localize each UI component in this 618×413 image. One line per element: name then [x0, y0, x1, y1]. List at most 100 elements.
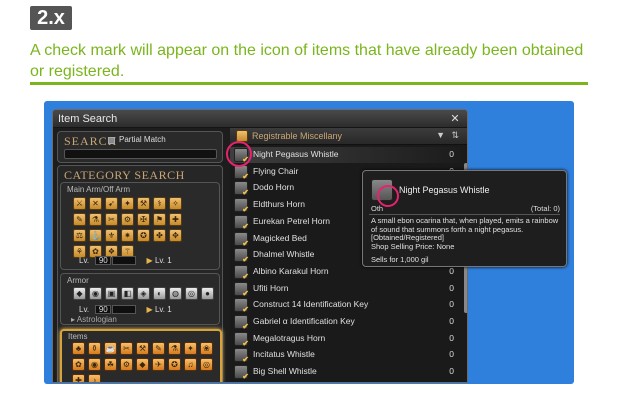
level-label: Lv.	[79, 256, 90, 265]
result-row[interactable]: ✔ Gabriel α Identification Key 0	[230, 314, 460, 331]
item-category-icon[interactable]: ✎	[152, 342, 165, 355]
item-category-icon[interactable]: ⚒	[136, 342, 149, 355]
check-mark-icon: ✔	[242, 238, 249, 248]
armor-category-icon[interactable]: ◍	[169, 287, 182, 300]
item-category-icon[interactable]: ⚗	[168, 342, 181, 355]
weapon-category-icon[interactable]: ⚑	[153, 213, 166, 226]
item-category-icon[interactable]: ✪	[168, 358, 181, 371]
partial-match-checkbox[interactable]	[108, 137, 115, 144]
weapon-category-icon[interactable]: ⚖	[73, 229, 86, 242]
result-row-count: 0	[449, 299, 454, 310]
result-row-count: 0	[449, 265, 454, 276]
armor-category-icon[interactable]: ◉	[89, 287, 102, 300]
filter-icon[interactable]: ▼	[436, 130, 445, 140]
armor-category-icon[interactable]: ◎	[185, 287, 198, 300]
armor-category-icon[interactable]: ◈	[137, 287, 150, 300]
weapon-category-icon[interactable]: ✤	[153, 229, 166, 242]
weapon-category-icon[interactable]: ⚙	[121, 213, 134, 226]
item-icon: ✔	[234, 264, 249, 281]
search-input[interactable]	[64, 149, 217, 159]
level-max-label: Lv. 1	[154, 305, 172, 314]
item-icon: ✔	[234, 248, 249, 264]
level-min-input[interactable]: 90	[95, 305, 112, 314]
sort-icon[interactable]: ⇅	[451, 130, 459, 141]
weapon-category-icon[interactable]: ✥	[169, 229, 182, 242]
item-category-icon[interactable]: ☘	[104, 358, 117, 371]
check-mark-icon: ✔	[242, 322, 249, 331]
armor-category-icon[interactable]: ◆	[73, 287, 86, 300]
weapon-category-icon[interactable]: ⚓	[89, 229, 102, 242]
weapon-category-icon[interactable]: ⚜	[105, 229, 118, 242]
level-slider[interactable]	[112, 256, 137, 265]
result-row-count: 0	[449, 316, 454, 326]
item-category-icon[interactable]: ♪	[88, 374, 101, 382]
highlight-ring-list-icon	[226, 141, 252, 167]
result-row-name: Dhalmel Whistle	[253, 249, 315, 260]
weapon-category-icon[interactable]: ✦	[121, 197, 134, 210]
armor-category-icon[interactable]: ◧	[121, 287, 134, 300]
weapon-category-icon[interactable]: ✧	[169, 197, 182, 210]
item-icon: ✔	[234, 281, 249, 298]
job-filter[interactable]: ▸ Astrologian	[71, 315, 117, 324]
item-category-icon[interactable]: ☕	[104, 342, 117, 355]
result-row-name: Albino Karakul Horn	[253, 265, 329, 276]
weapon-category-icon[interactable]: ✠	[137, 213, 150, 226]
window-title: Item Search	[58, 113, 118, 125]
item-category-icon[interactable]: ✚	[72, 374, 85, 382]
armor-category-icon[interactable]: ●	[201, 287, 214, 300]
item-category-icon[interactable]: ⚙	[120, 358, 133, 371]
item-category-icon[interactable]: ◉	[88, 358, 101, 371]
check-mark-icon: ✔	[242, 305, 249, 315]
armor-panel: Armor ◆ ◉ ▣ ◧ ◈ ◐ ◍ ◎ ● Lv. 90 ▶ Lv. 1 ▸…	[60, 273, 220, 325]
result-row[interactable]: ✔ Megalotragus Horn 0	[230, 331, 460, 348]
level-slider[interactable]	[112, 305, 137, 314]
result-row[interactable]: ✔ Night Pegasus Whistle 0	[230, 147, 460, 164]
armor-category-icon[interactable]: ▣	[105, 287, 118, 300]
items-panel: Items ♣ ⚱ ☕ ✂ ⚒ ✎ ⚗ ✦ ❀ ✿ ◉ ☘ ⚙ ◆ ✈ ✪ ♫ …	[60, 329, 222, 382]
check-mark-icon: ✔	[242, 372, 249, 382]
weapon-category-icon[interactable]: ✪	[137, 229, 150, 242]
armor-grid: ◆ ◉ ▣ ◧ ◈ ◐ ◍ ◎ ●	[73, 287, 214, 300]
result-row-name: Big Shell Whistle	[253, 366, 317, 377]
close-icon[interactable]: ✕	[449, 113, 461, 125]
weapon-category-icon[interactable]: ➹	[105, 197, 118, 210]
level-label: Lv.	[79, 305, 90, 314]
item-category-icon[interactable]: ◎	[200, 358, 213, 371]
result-row[interactable]: ✔ Ufiti Horn 0	[230, 281, 460, 298]
items-label: Items	[68, 332, 88, 341]
main-arm-panel: Main Arm/Off Arm ⚔ ✕ ➹ ✦ ⚒ ⚕ ✧ ✎ ⚗ ✂ ⚙ ✠…	[60, 182, 220, 270]
weapon-category-icon[interactable]: ✕	[89, 197, 102, 210]
weapon-category-icon[interactable]: ⚕	[153, 197, 166, 210]
partial-match-label: Partial Match	[119, 135, 166, 144]
level-min-input[interactable]: 90	[95, 256, 112, 265]
weapon-category-icon[interactable]: ✂	[105, 213, 118, 226]
tooltip-divider	[369, 214, 560, 215]
weapon-category-icon[interactable]: ⚔	[73, 197, 86, 210]
weapon-category-icon[interactable]: ✚	[169, 213, 182, 226]
weapon-category-icon[interactable]: ⚒	[137, 197, 150, 210]
divider-rule	[30, 82, 588, 85]
item-category-icon[interactable]: ❀	[200, 342, 213, 355]
results-header: Registrable Miscellany ▼ ⇅	[230, 128, 467, 145]
item-category-icon[interactable]: ✈	[152, 358, 165, 371]
result-row[interactable]: ✔ Incitatus Whistle 0	[230, 347, 460, 364]
result-row-name: Megalotragus Horn	[253, 332, 326, 343]
item-category-icon[interactable]: ✂	[120, 342, 133, 355]
result-row[interactable]: ✔ Big Shell Whistle 0	[230, 364, 460, 382]
item-category-icon[interactable]: ✿	[72, 358, 85, 371]
item-category-icon[interactable]: ♣	[72, 342, 85, 355]
weapon-category-icon[interactable]: ✎	[73, 213, 86, 226]
result-row-name: Eurekan Petrel Horn	[253, 215, 331, 226]
window-titlebar[interactable]: Item Search ✕	[53, 110, 467, 128]
result-row-name: Magicked Bed	[253, 232, 307, 243]
item-category-icon[interactable]: ◆	[136, 358, 149, 371]
arrow-right-icon: ▶	[146, 305, 153, 314]
armor-category-icon[interactable]: ◐	[153, 287, 166, 300]
item-category-icon[interactable]: ✦	[184, 342, 197, 355]
result-row-name: Construct 14 Identification Key	[253, 299, 369, 310]
result-row[interactable]: ✔ Construct 14 Identification Key 0	[230, 297, 460, 315]
weapon-category-icon[interactable]: ⚗	[89, 213, 102, 226]
weapon-category-icon[interactable]: ✷	[121, 229, 134, 242]
item-category-icon[interactable]: ♫	[184, 358, 197, 371]
item-category-icon[interactable]: ⚱	[88, 342, 101, 355]
